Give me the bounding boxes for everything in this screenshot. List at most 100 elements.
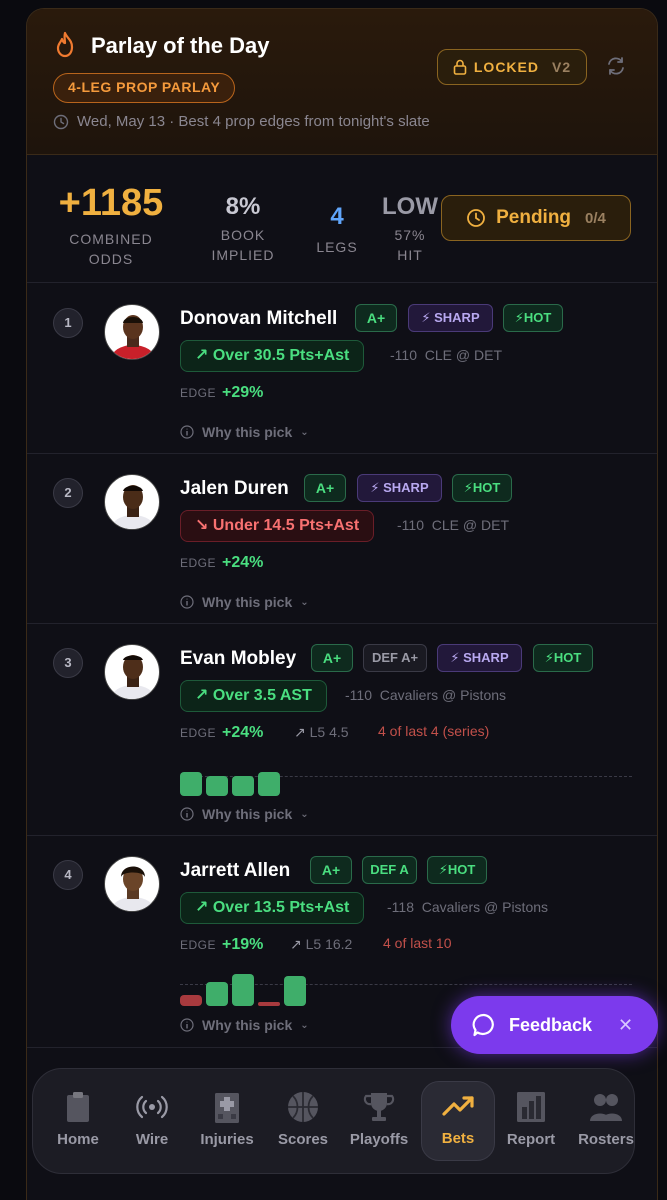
combined-odds-label-1: COMBINED [69, 231, 153, 247]
hit-bar [232, 776, 254, 796]
close-icon[interactable]: ✕ [618, 1015, 633, 1036]
edge-info: EDGE +24% [180, 554, 263, 572]
leg-card[interactable]: 3 Evan Mobley A+ DEF A+ ⚡ SHARP ⚡HOT ↗ O… [27, 624, 657, 836]
nav-item-scores[interactable]: Scores [266, 1083, 340, 1159]
edge-value: +19% [222, 936, 264, 953]
clipboard-icon [67, 1092, 89, 1122]
odds-value: -110 [390, 347, 417, 363]
leg-number: 1 [53, 308, 83, 338]
hot-label: HOT [523, 310, 552, 325]
pick-label: Under 14.5 Pts+Ast [212, 517, 360, 534]
pick-label: Over 3.5 AST [212, 687, 312, 704]
page-title: Parlay of the Day [91, 33, 270, 58]
chevron-down-icon: ⌄ [300, 426, 309, 438]
grade-badge: A+ [304, 474, 346, 502]
info-icon [180, 1018, 194, 1032]
info-icon [180, 425, 194, 439]
locked-badge: LOCKED V2 [437, 49, 587, 85]
edge-label: EDGE [180, 938, 217, 952]
info-icon [180, 595, 194, 609]
hit-bar [206, 982, 228, 1006]
combined-odds-label-2: ODDS [88, 251, 134, 267]
why-label: Why this pick [202, 1017, 293, 1033]
leg-number: 4 [53, 860, 83, 890]
hospital-icon [215, 1093, 239, 1123]
nav-item-rosters[interactable]: Rosters [569, 1083, 643, 1159]
pick-chip[interactable]: ↘ Under 14.5 Pts+Ast [180, 510, 375, 542]
edge-value: +24% [222, 554, 264, 571]
basketball-icon [288, 1092, 318, 1122]
nav-item-bets[interactable]: Bets [421, 1081, 495, 1161]
hot-label: HOT [553, 650, 582, 665]
matchup: CLE @ DET [424, 347, 502, 363]
pick-chip[interactable]: ↗ Over 30.5 Pts+Ast [180, 340, 365, 372]
feedback-button[interactable]: Feedback ✕ [451, 996, 658, 1054]
bottom-nav: Home Wire Injuries Scores Playoffs Bets … [32, 1068, 635, 1174]
player-name: Donovan Mitchell [180, 308, 338, 329]
pick-chip[interactable]: ↗ Over 3.5 AST [180, 680, 327, 712]
player-name: Jalen Duren [180, 478, 289, 499]
edge-label: EDGE [180, 386, 217, 400]
why-label: Why this pick [202, 424, 293, 440]
nav-item-playoffs[interactable]: Playoffs [342, 1083, 416, 1159]
chevron-down-icon: ⌄ [300, 1019, 309, 1031]
nav-label: Home [57, 1131, 99, 1148]
sharp-badge: ⚡ SHARP [408, 304, 493, 332]
nav-item-report[interactable]: Report [494, 1083, 568, 1159]
parlay-subtitle: Wed, May 13 · Best 4 prop edges from ton… [53, 113, 430, 130]
risk-stat: LOW 57% HIT [375, 193, 445, 265]
pick-chip[interactable]: ↗ Over 13.5 Pts+Ast [180, 892, 365, 924]
defense-grade-badge: DEF A+ [363, 644, 427, 672]
hit-bar [284, 976, 306, 1006]
nav-item-wire[interactable]: Wire [115, 1083, 189, 1159]
status-label: Pending [496, 207, 572, 228]
edge-info: EDGE +24% [180, 724, 263, 742]
book-implied-stat: 8% BOOK IMPLIED [203, 193, 283, 265]
why-this-pick-toggle[interactable]: Why this pick ⌄ [180, 1017, 309, 1033]
miss-bar [180, 995, 202, 1006]
why-this-pick-toggle[interactable]: Why this pick ⌄ [180, 594, 309, 610]
trophy-icon [363, 1093, 395, 1121]
player-photo-icon [111, 315, 155, 359]
l5-value: L5 4.5 [309, 724, 349, 740]
why-this-pick-toggle[interactable]: Why this pick ⌄ [180, 424, 309, 440]
recent-games-bars [180, 766, 632, 796]
refresh-icon[interactable] [605, 55, 627, 77]
edge-value: +24% [222, 724, 264, 741]
risk-value: LOW [382, 193, 438, 220]
player-name: Evan Mobley [180, 648, 297, 669]
leg-card[interactable]: 2 Jalen Duren A+ ⚡ SHARP ⚡HOT ↘ Under 14… [27, 454, 657, 624]
sharp-badge: ⚡ SHARP [437, 644, 522, 672]
matchup: Cavaliers @ Pistons [379, 687, 507, 703]
l5-value: L5 16.2 [305, 936, 353, 952]
parlay-header: Parlay of the Day 4-LEG PROP PARLAY Wed,… [27, 9, 657, 155]
lock-icon [453, 59, 467, 75]
nav-label: Scores [277, 1131, 329, 1148]
combined-odds-value: +1185 [58, 182, 164, 224]
pick-label: Over 13.5 Pts+Ast [212, 899, 350, 916]
chevron-down-icon: ⌄ [300, 808, 309, 820]
sharp-badge: ⚡ SHARP [357, 474, 442, 502]
why-label: Why this pick [202, 806, 293, 822]
trending-up-icon [442, 1096, 474, 1116]
leg-card[interactable]: 1 Donovan Mitchell A+ ⚡ SHARP ⚡HOT ↗ Ove… [27, 284, 657, 454]
nav-item-home[interactable]: Home [41, 1083, 115, 1159]
why-this-pick-toggle[interactable]: Why this pick ⌄ [180, 806, 309, 822]
nav-item-injuries[interactable]: Injuries [190, 1083, 264, 1159]
odds-info: -118 Cavaliers @ Pistons [387, 899, 548, 915]
parlay-type-badge: 4-LEG PROP PARLAY [53, 73, 236, 103]
pick-label: Over 30.5 Pts+Ast [212, 347, 350, 364]
hot-label: HOT [447, 862, 476, 877]
chevron-down-icon: ⌄ [300, 596, 309, 608]
edge-label: EDGE [180, 726, 217, 740]
people-icon [590, 1094, 622, 1121]
book-implied-value: 8% [225, 193, 261, 220]
grade-badge: A+ [355, 304, 397, 332]
chat-bubble-icon [472, 1013, 494, 1037]
odds-info: -110 CLE @ DET [390, 347, 502, 363]
leg-number: 3 [53, 648, 83, 678]
locked-label: LOCKED [473, 59, 539, 75]
edge-info: EDGE +19% [180, 936, 263, 954]
hot-badge: ⚡HOT [452, 474, 512, 502]
hot-badge: ⚡HOT [533, 644, 593, 672]
